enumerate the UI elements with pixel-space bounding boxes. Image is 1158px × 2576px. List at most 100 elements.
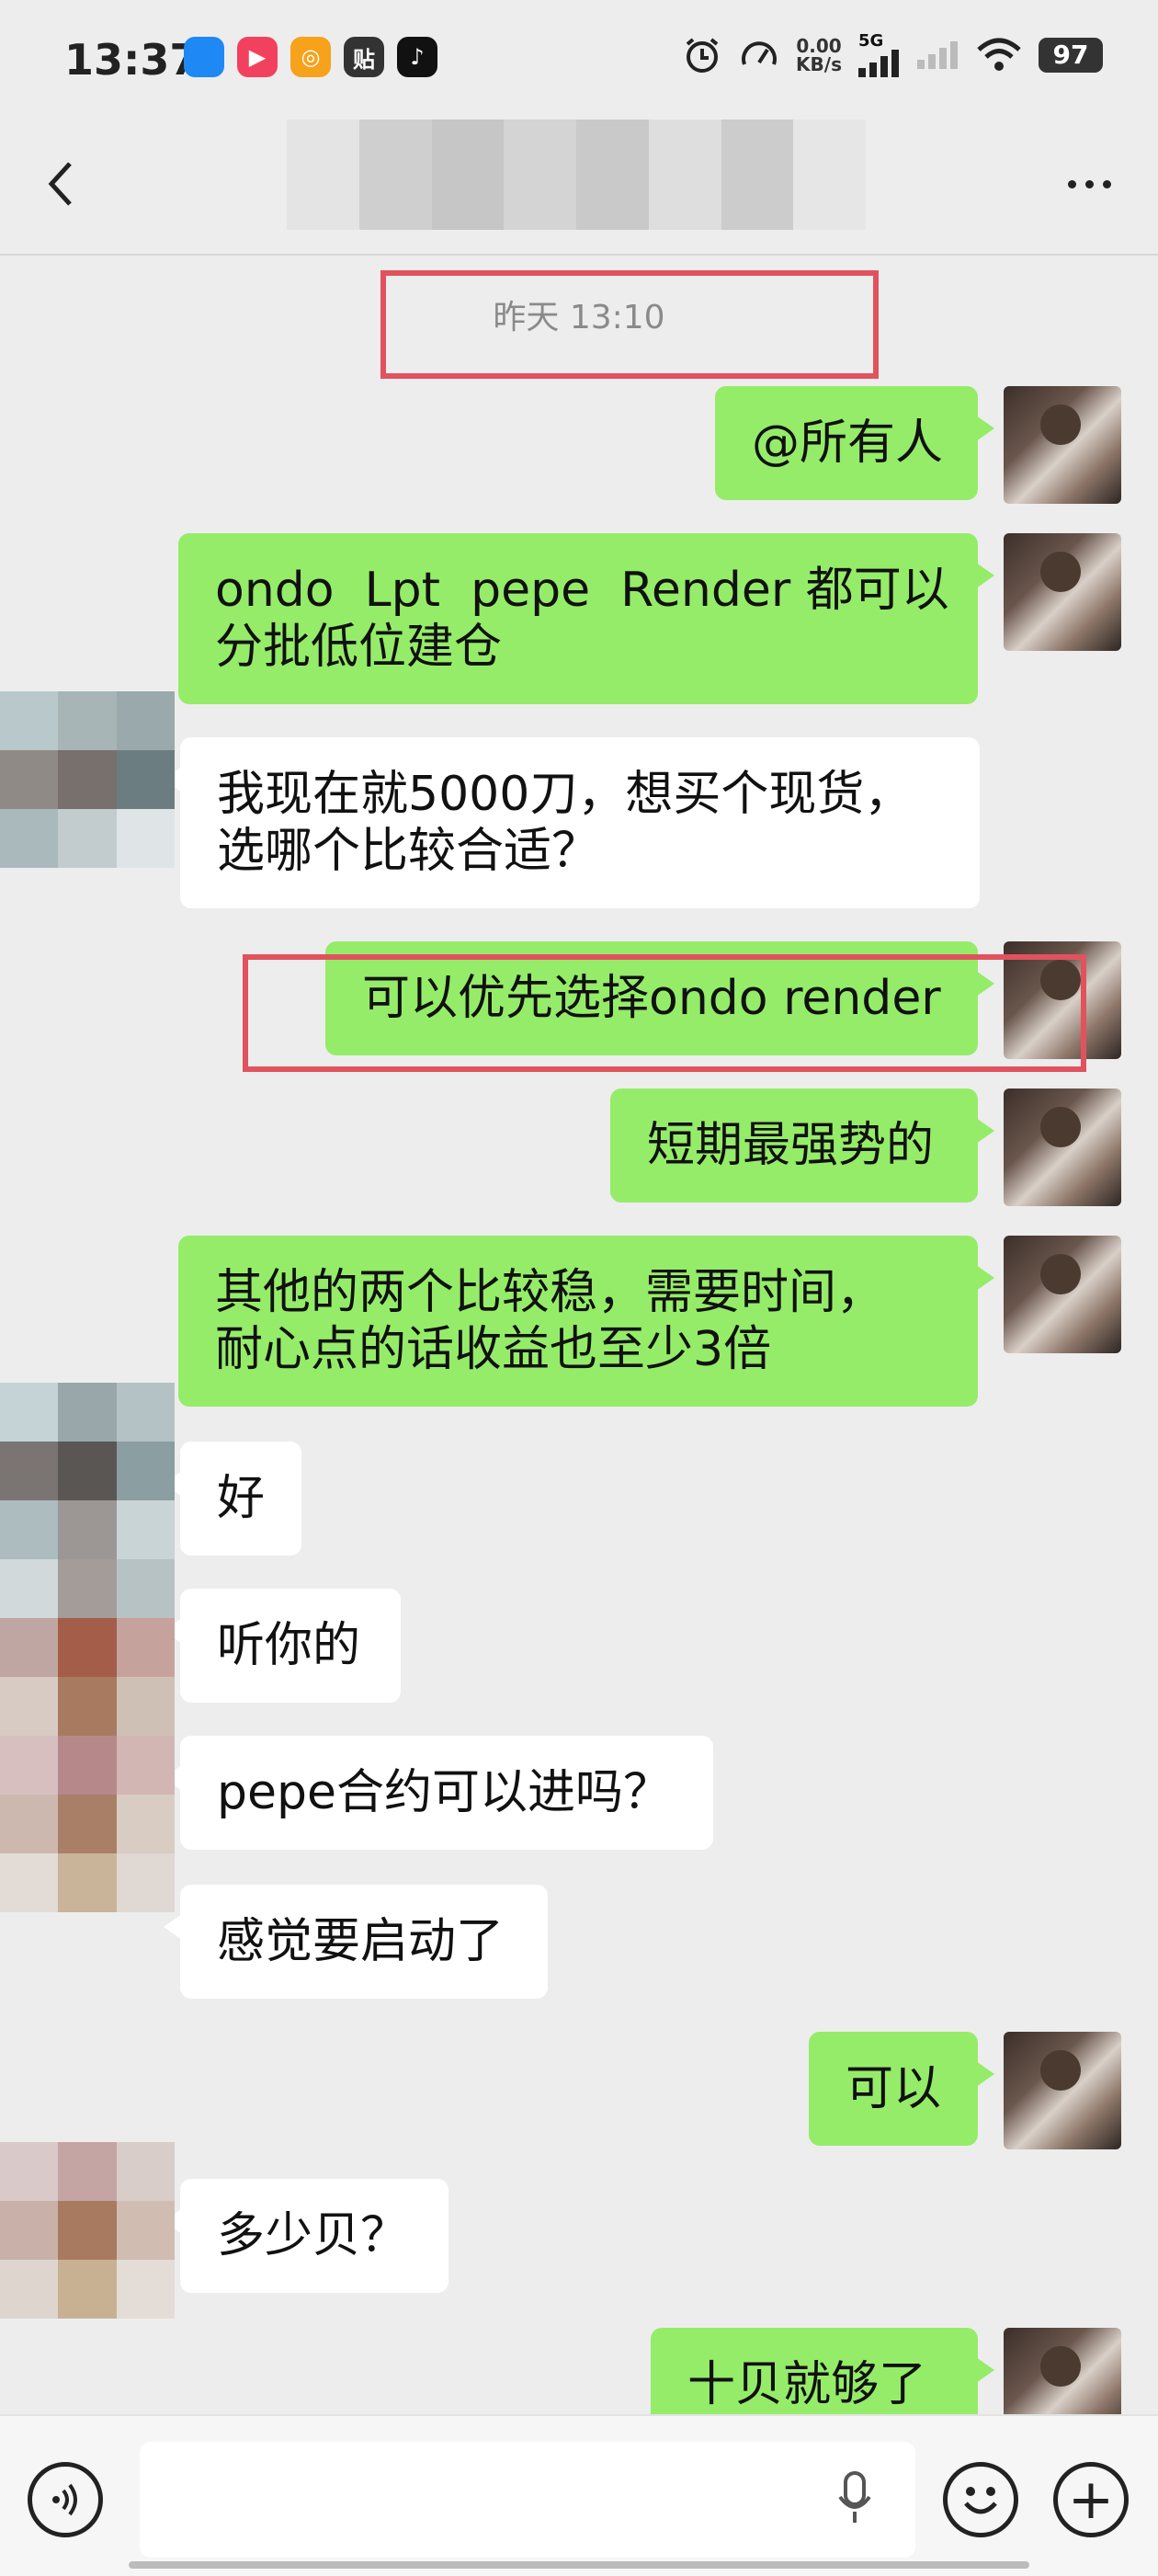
avatar-blur-cell (116, 1500, 175, 1559)
avatar-blur-cell (0, 1853, 59, 1912)
received-message-bubble[interactable]: pepe合约可以进吗？ (164, 1736, 713, 1850)
avatar-blur-cell (0, 1442, 59, 1500)
sent-message-bubble[interactable]: 短期最强势的 (610, 1089, 994, 1203)
received-message-bubble[interactable]: 多少贝？ (164, 2179, 448, 2293)
avatar-blur-cell (58, 1442, 117, 1500)
plus-icon[interactable]: + (1053, 2462, 1129, 2537)
avatar-blur-cell (0, 1736, 59, 1795)
avatar-blur-cell (116, 1853, 175, 1912)
my-avatar[interactable] (1004, 941, 1121, 1059)
avatar-blur-cell (116, 2201, 175, 2260)
avatar-blur-cell (0, 750, 59, 809)
sent-message-bubble[interactable]: 其他的两个比较稳，需要时间， 耐心点的话收益也至少3倍 (178, 1236, 994, 1407)
my-avatar[interactable] (1004, 533, 1121, 651)
avatar-blur-cell (0, 691, 59, 750)
my-avatar[interactable] (1004, 386, 1121, 504)
message-text-line: 短期最强势的 (647, 1118, 935, 1173)
avatar-blur-cell (58, 1383, 117, 1442)
avatar-blur-cell (58, 750, 117, 809)
voice-mode-icon[interactable] (28, 2462, 103, 2537)
avatar-blur-cell (58, 1500, 117, 1559)
title-blur-cell (793, 120, 866, 230)
avatar-blur-cell (0, 1618, 59, 1677)
my-avatar[interactable] (1004, 2032, 1121, 2149)
message-text-line: 我现在就5000刀，想买个现货， (217, 767, 913, 822)
avatar-blur-cell (116, 2260, 175, 2319)
avatar-blur-cell (116, 1442, 175, 1500)
signal-bars-icon (858, 50, 899, 77)
message-text-line: 感觉要启动了 (217, 1914, 505, 1969)
avatar-blur-cell (58, 2260, 117, 2319)
title-blur-cell (504, 120, 576, 230)
avatar-blur-cell (0, 1677, 59, 1736)
network-speed-value: 0.00 (796, 35, 842, 57)
sent-message-bubble[interactable]: @所有人 (715, 386, 994, 500)
gesture-bar (129, 2561, 1029, 2569)
avatar-blur-cell (116, 1736, 175, 1795)
sender-avatar-blurred[interactable] (0, 1383, 175, 1912)
notification-app-icons: ▶ ◎ 贴 ♪ (184, 37, 437, 77)
avatar-blur-cell (58, 2142, 117, 2201)
network-speed: 0.00 KB/s (796, 37, 842, 74)
message-text-line: pepe合约可以进吗？ (217, 1765, 672, 1820)
cell-signal: 5G (858, 33, 901, 77)
message-text-line: 耐心点的话收益也至少3倍 (215, 1322, 772, 1377)
coin-app-icon: ◎ (290, 37, 331, 77)
avatar-blur-cell (58, 1677, 117, 1736)
message-text-line: @所有人 (752, 416, 944, 471)
more-options-icon[interactable] (1057, 156, 1121, 211)
sender-avatar-blurred[interactable] (0, 691, 175, 868)
status-bar: 13:37 ▶ ◎ 贴 ♪ 0.00 KB/s 5G 97 (0, 0, 1158, 120)
message-input[interactable] (140, 2442, 915, 2558)
sent-message-bubble[interactable]: ondo Lpt pepe Render 都可以 分批低位建仓 (178, 533, 994, 704)
avatar-blur-cell (0, 1500, 59, 1559)
avatar-blur-cell (0, 2201, 59, 2260)
title-blur-cell (576, 120, 649, 230)
speedometer-icon (742, 41, 778, 65)
avatar-blur-cell (0, 2260, 59, 2319)
sent-message-bubble[interactable]: 可以 (809, 2032, 994, 2146)
avatar-blur-cell (116, 750, 175, 809)
network-type: 5G (858, 31, 884, 51)
avatar-blur-cell (58, 2201, 117, 2260)
video-app-icon: ▶ (237, 37, 278, 77)
received-message-bubble[interactable]: 好 (164, 1442, 301, 1556)
avatar-blur-cell (116, 1383, 175, 1442)
status-indicators: 0.00 KB/s 5G 97 (682, 33, 1103, 77)
received-message-bubble[interactable]: 感觉要启动了 (164, 1885, 548, 1999)
message-timestamp: 昨天 13:10 (493, 299, 665, 336)
emoji-icon[interactable] (943, 2462, 1018, 2537)
title-blur-cell (721, 120, 794, 230)
title-blur-cell (358, 120, 432, 230)
message-text-line: 可以优先选择ondo render (362, 971, 941, 1026)
message-text-line: 分批低位建仓 (215, 620, 503, 675)
my-avatar[interactable] (1004, 1089, 1121, 1206)
avatar-blur-cell (58, 1618, 117, 1677)
message-text-line: ondo Lpt pepe Render 都可以 (215, 563, 949, 618)
avatar-blur-cell (0, 2142, 59, 2201)
message-text-line: 多少贝？ (217, 2208, 409, 2263)
received-message-bubble[interactable]: 我现在就5000刀，想买个现货， 选哪个比较合适？ (164, 737, 980, 908)
avatar-blur-cell (58, 691, 117, 750)
avatar-blur-cell (58, 1853, 117, 1912)
avatar-blur-cell (58, 809, 117, 868)
my-avatar[interactable] (1004, 1236, 1121, 1353)
battery-indicator: 97 (1039, 38, 1103, 73)
received-message-bubble[interactable]: 听你的 (164, 1589, 401, 1703)
signal-bars-secondary-icon (917, 41, 958, 69)
sender-avatar-blurred[interactable] (0, 2142, 175, 2319)
title-blur-cell (648, 120, 721, 230)
back-arrow-icon[interactable] (35, 156, 90, 211)
avatar-blur-cell (116, 691, 175, 750)
sent-message-bubble[interactable]: 可以优先选择ondo render (325, 941, 994, 1055)
message-text-line: 十贝就够了 (687, 2357, 927, 2412)
message-text-line: 可以 (846, 2061, 942, 2116)
title-blur-cell (431, 120, 505, 230)
title-blur-cell (287, 120, 359, 230)
voice-waves-icon (52, 2483, 77, 2516)
avatar-blur-cell (116, 809, 175, 868)
microphone-icon[interactable] (836, 2471, 873, 2526)
message-text-line: 听你的 (217, 1618, 361, 1673)
avatar-blur-cell (116, 1795, 175, 1853)
avatar-blur-cell (116, 1618, 175, 1677)
